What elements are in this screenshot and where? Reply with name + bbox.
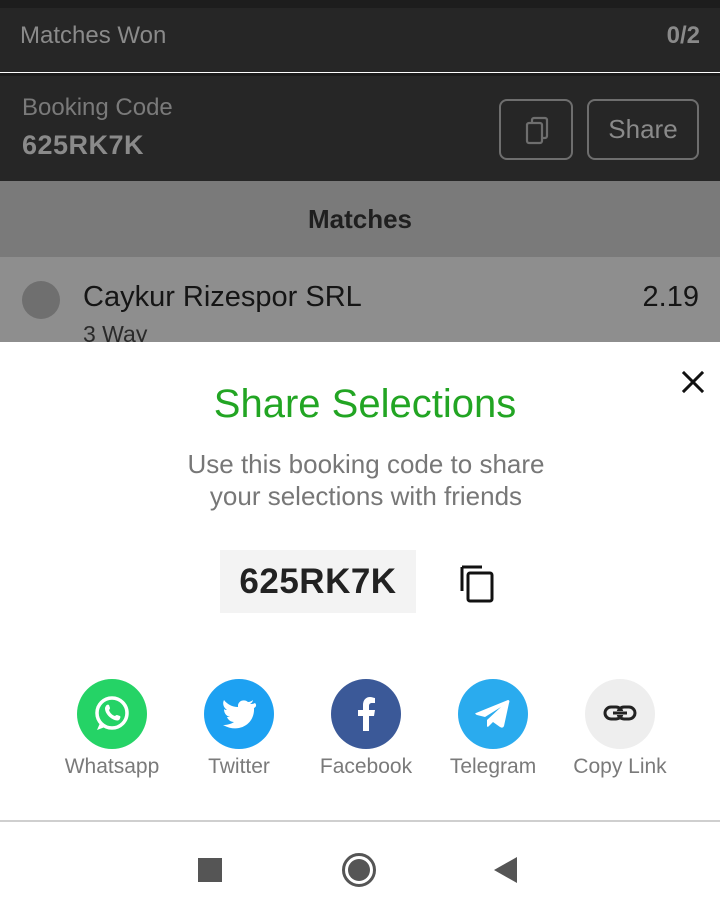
twitter-icon xyxy=(204,679,274,749)
booking-code-row: Booking Code 625RK7K Share xyxy=(0,73,720,181)
share-whatsapp[interactable]: Whatsapp xyxy=(52,679,172,789)
matches-won-value: 0/2 xyxy=(666,22,700,49)
matches-won-label: Matches Won xyxy=(20,22,167,49)
match-status-dot xyxy=(22,281,60,319)
telegram-icon xyxy=(458,679,528,749)
share-telegram[interactable]: Telegram xyxy=(433,679,553,789)
system-nav-bar xyxy=(0,820,720,916)
share-copy-link-label: Copy Link xyxy=(573,755,667,778)
share-twitter-label: Twitter xyxy=(208,755,270,778)
home-button[interactable] xyxy=(341,852,377,893)
matches-won-row: Matches Won 0/2 xyxy=(0,0,720,72)
booking-code-label: Booking Code xyxy=(22,94,173,121)
copy-code-icon-button[interactable] xyxy=(458,561,498,605)
share-facebook-label: Facebook xyxy=(319,755,413,778)
booking-code-box: 625RK7K xyxy=(220,550,416,613)
sheet-title: Share Selections xyxy=(213,382,517,426)
share-whatsapp-label: Whatsapp xyxy=(64,755,160,778)
match-team: Caykur Rizespor SRL xyxy=(83,281,362,313)
share-button[interactable]: Share xyxy=(587,99,699,160)
booking-code-value: 625RK7K xyxy=(22,130,145,160)
facebook-icon xyxy=(331,679,401,749)
share-telegram-label: Telegram xyxy=(449,755,537,778)
home-icon xyxy=(342,853,376,887)
back-icon xyxy=(494,857,517,883)
match-odds: 2.19 xyxy=(642,281,699,313)
link-icon xyxy=(585,679,655,749)
sheet-subtitle-line1: Use this booking code to share xyxy=(187,449,545,479)
background-page: Matches Won 0/2 Booking Code 625RK7K Sha… xyxy=(0,0,720,342)
matches-header: Matches xyxy=(0,181,720,257)
match-market: 3 Way xyxy=(83,321,148,342)
copy-icon xyxy=(460,565,494,603)
share-sheet: Share Selections Use this booking code t… xyxy=(0,342,720,820)
sheet-subtitle-line2: your selections with friends xyxy=(209,481,523,511)
whatsapp-icon xyxy=(77,679,147,749)
copy-code-button[interactable] xyxy=(499,99,573,160)
match-row[interactable]: Caykur Rizespor SRL 2.19 3 Way xyxy=(0,257,720,342)
copy-icon xyxy=(525,116,549,145)
share-twitter[interactable]: Twitter xyxy=(179,679,299,789)
recents-icon xyxy=(198,858,222,882)
share-facebook[interactable]: Facebook xyxy=(306,679,426,789)
recents-button[interactable] xyxy=(198,858,222,887)
share-copy-link[interactable]: Copy Link xyxy=(560,679,680,789)
sheet-subtitle: Use this booking code to share your sele… xyxy=(0,448,720,512)
back-button[interactable] xyxy=(493,856,519,889)
